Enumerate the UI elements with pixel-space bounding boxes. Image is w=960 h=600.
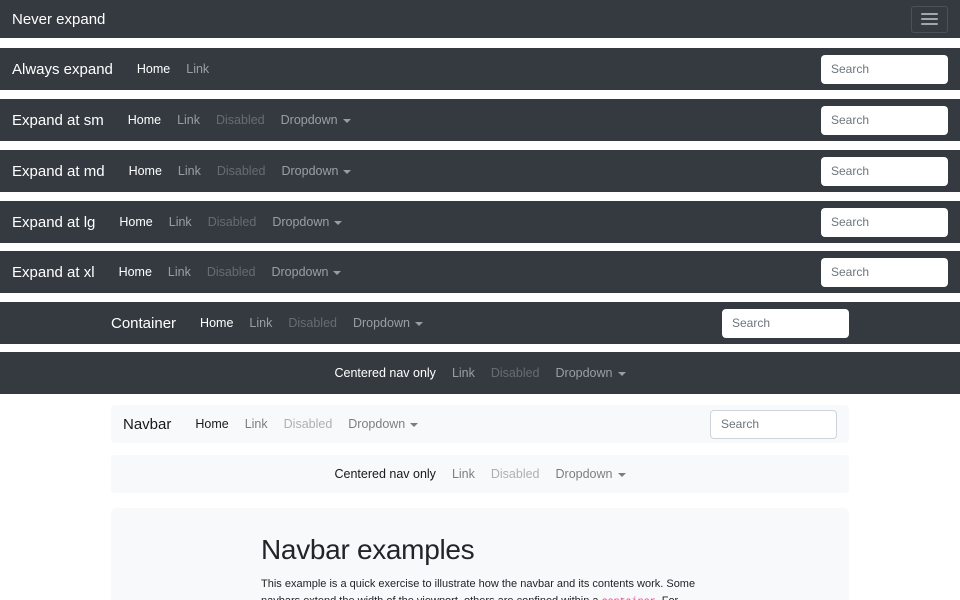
nav-link-dropdown[interactable]: Dropdown [340,417,426,431]
navbar-expand-xl: Expand at xl Home Link Disabled Dropdown [0,251,960,293]
navbar-brand[interactable]: Never expand [12,11,105,28]
nav-link-link[interactable]: Link [170,164,209,178]
navbar-container: Container Home Link Disabled Dropdown [0,302,960,344]
navbar-brand[interactable]: Expand at xl [12,264,95,281]
caret-down-icon [415,322,423,326]
nav-link-home[interactable]: Home [187,417,236,431]
page-title: Navbar examples [261,534,731,566]
search-input[interactable] [821,258,948,287]
nav-link-home[interactable]: Home [120,113,169,127]
caret-down-icon [618,473,626,477]
nav-link-link[interactable]: Link [237,417,276,431]
navbar-light: Navbar Home Link Disabled Dropdown [111,405,849,443]
caret-down-icon [343,119,351,123]
nav-link-centered[interactable]: Centered nav only [326,467,443,481]
caret-down-icon [334,221,342,225]
navbar-container-inner: Container Home Link Disabled Dropdown [111,302,849,344]
search-input[interactable] [821,106,948,135]
nav-link-home[interactable]: Home [129,62,178,76]
search-input[interactable] [821,208,948,237]
nav-link-dropdown[interactable]: Dropdown [273,113,359,127]
nav-link-disabled: Disabled [276,417,341,431]
nav-link-disabled: Disabled [209,164,274,178]
jumbotron-content: Navbar examples This example is a quick … [261,534,731,600]
nav-link-link[interactable]: Link [241,316,280,330]
navbar-expand-lg: Expand at lg Home Link Disabled Dropdown [0,201,960,243]
nav-link-dropdown[interactable]: Dropdown [345,316,431,330]
nav-link-disabled: Disabled [200,215,265,229]
caret-down-icon [343,170,351,174]
search-input[interactable] [821,55,948,84]
nav-link-disabled: Disabled [280,316,345,330]
search-input[interactable] [821,157,948,186]
nav-link-link[interactable]: Link [161,215,200,229]
search-input[interactable] [710,410,837,439]
nav-link-link[interactable]: Link [160,265,199,279]
nav-link-home[interactable]: Home [192,316,241,330]
nav-link-link[interactable]: Link [169,113,208,127]
nav-link-link[interactable]: Link [178,62,217,76]
intro-paragraph: This example is a quick exercise to illu… [261,576,731,600]
nav-link-link[interactable]: Link [444,366,483,380]
nav-link-dropdown[interactable]: Dropdown [548,366,634,380]
navbar-centered-dark: Centered nav only Link Disabled Dropdown [0,352,960,394]
inline-code-container: container [602,597,656,600]
jumbotron: Navbar examples This example is a quick … [111,508,849,600]
light-section-container: Navbar Home Link Disabled Dropdown Cente… [111,405,849,600]
navbar-brand[interactable]: Expand at md [12,163,105,180]
search-input[interactable] [722,309,849,338]
nav-link-dropdown[interactable]: Dropdown [273,164,359,178]
nav-link-dropdown[interactable]: Dropdown [263,265,349,279]
navbar-brand[interactable]: Always expand [12,61,113,78]
navbar-brand[interactable]: Container [111,315,176,332]
nav-link-disabled: Disabled [199,265,264,279]
nav-link-home[interactable]: Home [121,164,170,178]
nav-link-disabled: Disabled [208,113,273,127]
navbar-never-expand: Never expand [0,0,960,38]
navbar-brand[interactable]: Navbar [123,416,171,433]
navbar-toggler-button[interactable] [911,6,948,33]
nav-link-home[interactable]: Home [111,265,160,279]
nav-link-home[interactable]: Home [111,215,160,229]
navbar-expand-md: Expand at md Home Link Disabled Dropdown [0,150,960,192]
nav-link-link[interactable]: Link [444,467,483,481]
nav-link-dropdown[interactable]: Dropdown [264,215,350,229]
hamburger-menu-icon [921,10,938,28]
nav-link-disabled: Disabled [483,366,548,380]
nav-link-centered[interactable]: Centered nav only [326,366,443,380]
navbar-always-expand: Always expand Home Link [0,48,960,90]
navbar-expand-sm: Expand at sm Home Link Disabled Dropdown [0,99,960,141]
navbar-centered-light: Centered nav only Link Disabled Dropdown [111,455,849,493]
nav-link-dropdown[interactable]: Dropdown [548,467,634,481]
caret-down-icon [410,423,418,427]
nav-link-disabled: Disabled [483,467,548,481]
caret-down-icon [333,271,341,275]
caret-down-icon [618,372,626,376]
navbar-brand[interactable]: Expand at sm [12,112,104,129]
navbar-brand[interactable]: Expand at lg [12,214,95,231]
